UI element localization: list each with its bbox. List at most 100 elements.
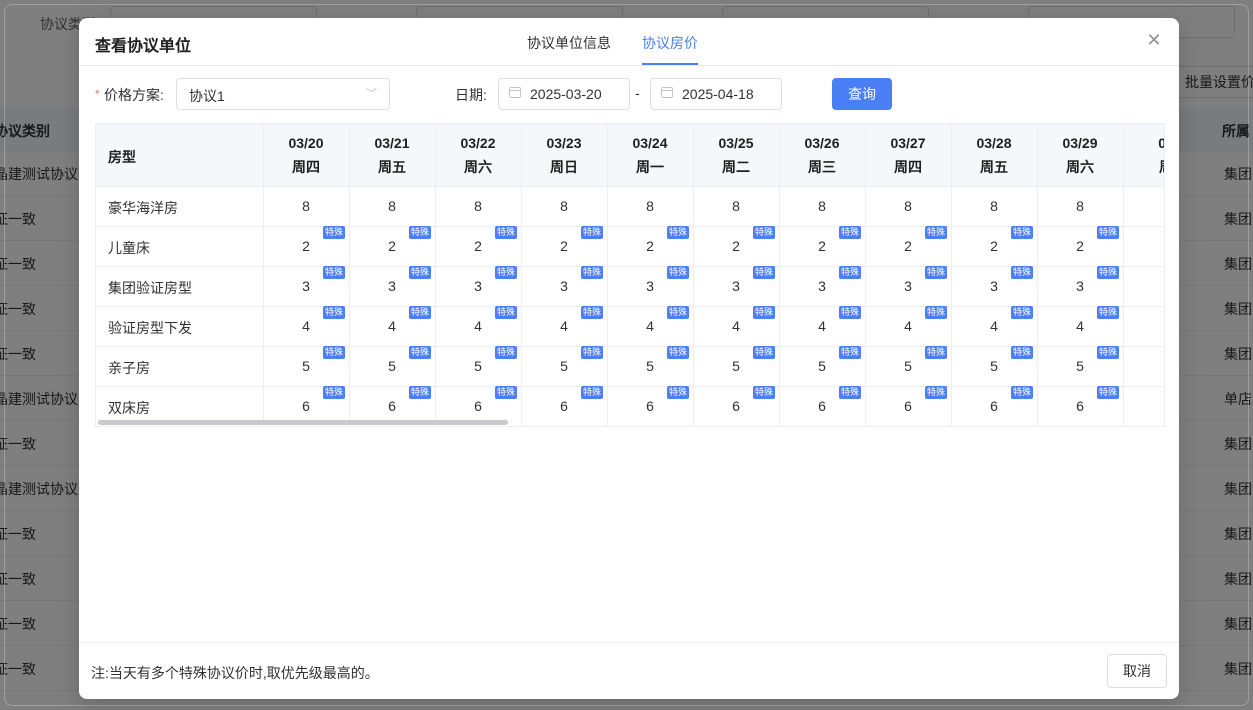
price-cell[interactable]: 6 特殊 — [607, 386, 694, 426]
price-cell[interactable]: 4 特殊 — [263, 306, 350, 346]
price-cell[interactable]: 4 特殊 — [349, 306, 436, 346]
price-cell[interactable]: 3 特殊 — [865, 266, 952, 306]
room-type-header-label: 房型 — [108, 149, 136, 165]
special-tag: 特殊 — [752, 306, 775, 319]
price-cell[interactable]: 3 特殊 — [521, 266, 608, 306]
price-cell[interactable]: 3 特殊 — [607, 266, 694, 306]
price-cell[interactable]: 4 特殊 — [1037, 306, 1124, 346]
price-cell[interactable]: 2 特殊 — [779, 226, 866, 266]
special-tag: 特殊 — [752, 266, 775, 279]
price-value: 3 — [474, 278, 482, 294]
price-cell[interactable]: 3 特殊 — [779, 266, 866, 306]
weekday-label: 周六 — [1066, 159, 1094, 175]
price-cell[interactable]: 6 特殊 — [1037, 386, 1124, 426]
price-cell[interactable]: 4 特殊 — [521, 306, 608, 346]
cancel-button[interactable]: 取消 — [1107, 654, 1167, 688]
date-label: 03/27 — [890, 135, 926, 151]
price-cell[interactable]: 3 特殊 — [263, 266, 350, 306]
price-cell[interactable]: 3 特殊 — [693, 266, 780, 306]
price-cell[interactable]: 6 特殊 — [865, 386, 952, 426]
close-icon[interactable]: ✕ — [1145, 31, 1163, 49]
price-cell[interactable]: 8 — [779, 186, 866, 226]
price-cell[interactable]: 2 特殊 — [693, 226, 780, 266]
price-cell[interactable]: 8 — [263, 186, 350, 226]
room-type-cell: 亲子房 — [96, 346, 264, 386]
price-cell[interactable]: 5 特殊 — [1037, 346, 1124, 386]
price-cell[interactable]: 8 — [693, 186, 780, 226]
price-cell[interactable]: 5 特殊 — [951, 346, 1038, 386]
price-cell[interactable]: 4 特殊 — [951, 306, 1038, 346]
price-cell[interactable]: 8 — [1037, 186, 1124, 226]
price-cell[interactable]: 4 特殊 — [435, 306, 522, 346]
price-cell[interactable]: 6 特殊 — [951, 386, 1038, 426]
horizontal-scrollbar[interactable] — [98, 420, 508, 425]
price-value: 4 — [732, 318, 740, 334]
price-cell[interactable]: 8 — [607, 186, 694, 226]
price-cell[interactable]: 8 — [435, 186, 522, 226]
price-cell[interactable]: 5 特殊 — [607, 346, 694, 386]
tab-agreement-price[interactable]: 协议房价 — [642, 33, 698, 53]
price-cell[interactable]: 5 特殊 — [349, 346, 436, 386]
price-cell[interactable]: 2 特殊 — [349, 226, 436, 266]
special-tag: 特殊 — [1010, 266, 1033, 279]
price-cell[interactable] — [1123, 306, 1164, 346]
price-cell[interactable]: 4 特殊 — [693, 306, 780, 346]
special-tag: 特殊 — [580, 266, 603, 279]
footer-note: 注:当天有多个特殊协议价时,取优先级最高的。 — [91, 665, 379, 681]
price-cell[interactable]: 6 特殊 — [779, 386, 866, 426]
price-cell[interactable]: 2 特殊 — [263, 226, 350, 266]
price-value: 5 — [646, 358, 654, 374]
price-cell[interactable]: 4 特殊 — [779, 306, 866, 346]
price-cell[interactable] — [1123, 266, 1164, 306]
price-cell[interactable]: 8 — [865, 186, 952, 226]
price-cell[interactable]: 4 特殊 — [865, 306, 952, 346]
price-value: 5 — [474, 358, 482, 374]
room-type-cell: 儿童床 — [96, 226, 264, 266]
price-cell[interactable] — [1123, 346, 1164, 386]
price-cell[interactable]: 2 特殊 — [951, 226, 1038, 266]
special-tag: 特殊 — [1010, 346, 1033, 359]
special-tag: 特殊 — [408, 346, 431, 359]
price-cell[interactable] — [1123, 226, 1164, 266]
special-tag: 特殊 — [1096, 226, 1119, 239]
price-cell[interactable]: 3 特殊 — [951, 266, 1038, 306]
price-cell[interactable]: 5 特殊 — [779, 346, 866, 386]
price-cell[interactable]: 3 特殊 — [349, 266, 436, 306]
price-cell[interactable]: 3 特殊 — [1037, 266, 1124, 306]
price-cell[interactable]: 5 特殊 — [865, 346, 952, 386]
special-tag: 特殊 — [1096, 306, 1119, 319]
price-plan-select[interactable]: 协议1 ﹀ — [176, 78, 390, 110]
tab-agreement-info[interactable]: 协议单位信息 — [527, 33, 611, 53]
start-date-input[interactable]: 2025-03-20 — [498, 78, 630, 110]
price-cell[interactable]: 8 — [951, 186, 1038, 226]
price-cell[interactable]: 8 — [521, 186, 608, 226]
room-type-cell: 验证房型下发 — [96, 306, 264, 346]
price-cell[interactable]: 5 特殊 — [435, 346, 522, 386]
price-cell[interactable]: 5 特殊 — [521, 346, 608, 386]
price-cell[interactable]: 2 特殊 — [607, 226, 694, 266]
special-tag: 特殊 — [580, 386, 603, 399]
price-cell[interactable]: 6 特殊 — [693, 386, 780, 426]
date-column-header: 03/21 周五 — [349, 124, 436, 186]
price-cell[interactable] — [1123, 186, 1164, 226]
price-cell[interactable]: 6 特殊 — [521, 386, 608, 426]
price-cell[interactable]: 2 特殊 — [1037, 226, 1124, 266]
price-cell[interactable] — [1123, 386, 1164, 426]
price-cell[interactable]: 2 特殊 — [521, 226, 608, 266]
price-value: 3 — [732, 278, 740, 294]
price-value: 6 — [732, 398, 740, 414]
query-button[interactable]: 查询 — [832, 78, 892, 110]
price-cell[interactable]: 3 特殊 — [435, 266, 522, 306]
date-separator: - — [635, 85, 640, 101]
price-cell[interactable]: 2 特殊 — [435, 226, 522, 266]
price-cell[interactable]: 5 特殊 — [263, 346, 350, 386]
price-cell[interactable]: 5 特殊 — [693, 346, 780, 386]
price-table[interactable]: 房型 03/20 周四 03/21 周五 03/22 周六 03/23 周日 03/24 周一 03… — [95, 123, 1165, 427]
end-date-input[interactable]: 2025-04-18 — [650, 78, 782, 110]
price-cell[interactable]: 2 特殊 — [865, 226, 952, 266]
price-cell[interactable]: 8 — [349, 186, 436, 226]
price-value: 6 — [818, 398, 826, 414]
price-cell[interactable]: 4 特殊 — [607, 306, 694, 346]
special-tag: 特殊 — [408, 306, 431, 319]
price-value: 5 — [990, 358, 998, 374]
